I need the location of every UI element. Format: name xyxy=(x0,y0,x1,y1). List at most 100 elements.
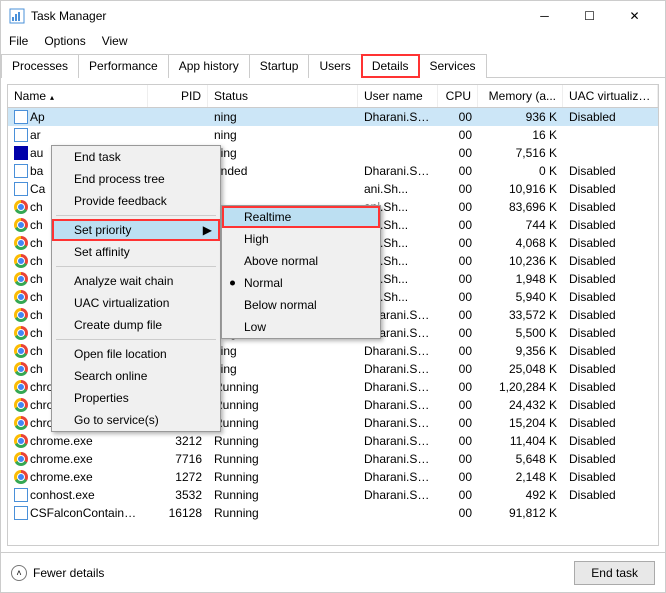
priority-low[interactable]: Low xyxy=(222,316,380,338)
process-icon xyxy=(14,218,28,232)
tab-processes[interactable]: Processes xyxy=(1,54,79,78)
table-row[interactable]: chrome.exe3212RunningDharani.Sh...0011,4… xyxy=(8,432,658,450)
col-header-name[interactable]: Name▴ xyxy=(8,85,148,107)
ctx-provide-feedback[interactable]: Provide feedback xyxy=(52,190,220,212)
minimize-button[interactable]: ─ xyxy=(522,1,567,31)
cell-cpu: 00 xyxy=(438,145,478,161)
process-icon xyxy=(14,452,28,466)
cell-cpu: 00 xyxy=(438,307,478,323)
end-task-button[interactable]: End task xyxy=(574,561,655,585)
cell-status: ning xyxy=(208,145,358,161)
table-row[interactable]: ApningDharani.Sh...00936 KDisabled xyxy=(8,108,658,126)
process-icon xyxy=(14,326,28,340)
table-row[interactable]: conhost.exe3532RunningDharani.Sh...00492… xyxy=(8,486,658,504)
cell-memory: 2,148 K xyxy=(478,469,563,485)
tab-app-history[interactable]: App history xyxy=(168,54,250,78)
col-header-uac[interactable]: UAC virtualizat... xyxy=(563,85,658,107)
process-icon xyxy=(14,488,28,502)
cell-memory: 24,432 K xyxy=(478,397,563,413)
cell-status: Running xyxy=(208,379,358,395)
close-button[interactable]: ✕ xyxy=(612,1,657,31)
cell-memory: 5,500 K xyxy=(478,325,563,341)
priority-normal[interactable]: Normal xyxy=(222,272,380,294)
task-manager-icon xyxy=(9,8,25,24)
cell-uac: Disabled xyxy=(563,433,658,449)
tab-details[interactable]: Details xyxy=(361,54,420,78)
col-header-memory[interactable]: Memory (a... xyxy=(478,85,563,107)
maximize-button[interactable]: ☐ xyxy=(567,1,612,31)
cell-cpu: 00 xyxy=(438,217,478,233)
cell-memory: 7,516 K xyxy=(478,145,563,161)
col-header-cpu[interactable]: CPU xyxy=(438,85,478,107)
cell-pid xyxy=(148,116,208,118)
col-header-pid[interactable]: PID xyxy=(148,85,208,107)
cell-uac: Disabled xyxy=(563,451,658,467)
cell-status: ning xyxy=(208,361,358,377)
ctx-search-online[interactable]: Search online xyxy=(52,365,220,387)
cell-uac xyxy=(563,134,658,136)
menu-file[interactable]: File xyxy=(9,34,28,48)
menu-options[interactable]: Options xyxy=(44,34,85,48)
process-icon xyxy=(14,236,28,250)
priority-above-normal[interactable]: Above normal xyxy=(222,250,380,272)
ctx-go-to-services[interactable]: Go to service(s) xyxy=(52,409,220,431)
cell-cpu: 00 xyxy=(438,451,478,467)
tab-services[interactable]: Services xyxy=(419,54,487,78)
tab-users[interactable]: Users xyxy=(308,54,361,78)
cell-status: Running xyxy=(208,469,358,485)
ctx-end-task[interactable]: End task xyxy=(52,146,220,168)
menu-view[interactable]: View xyxy=(102,34,128,48)
priority-realtime[interactable]: Realtime xyxy=(222,206,380,228)
context-menu: End task End process tree Provide feedba… xyxy=(51,145,221,432)
process-icon xyxy=(14,182,28,196)
priority-high[interactable]: High xyxy=(222,228,380,250)
col-header-user[interactable]: User name xyxy=(358,85,438,107)
cell-memory: 16 K xyxy=(478,127,563,143)
cell-user: Dharani.Sh... xyxy=(358,361,438,377)
process-icon xyxy=(14,308,28,322)
cell-user: Dharani.Sh... xyxy=(358,379,438,395)
ctx-set-affinity[interactable]: Set affinity xyxy=(52,241,220,263)
cell-name: chrome.exe xyxy=(8,433,148,450)
ctx-set-priority[interactable]: Set priority ▶ xyxy=(52,219,220,241)
tab-performance[interactable]: Performance xyxy=(78,54,169,78)
cell-status: Running xyxy=(208,397,358,413)
cell-user: Dharani.Sh... xyxy=(358,109,438,125)
process-icon xyxy=(14,254,28,268)
cell-user: Dharani.Sh... xyxy=(358,397,438,413)
table-row[interactable]: CSFalconContainer.e16128Running0091,812 … xyxy=(8,504,658,522)
tab-startup[interactable]: Startup xyxy=(249,54,310,78)
process-icon xyxy=(14,506,28,520)
priority-below-normal[interactable]: Below normal xyxy=(222,294,380,316)
table-row[interactable]: chrome.exe7716RunningDharani.Sh...005,64… xyxy=(8,450,658,468)
ctx-create-dump-file[interactable]: Create dump file xyxy=(52,314,220,336)
col-header-status[interactable]: Status xyxy=(208,85,358,107)
window-title: Task Manager xyxy=(31,9,522,23)
cell-status xyxy=(208,188,358,190)
cell-status: Running xyxy=(208,487,358,503)
process-icon xyxy=(14,434,28,448)
process-icon xyxy=(14,416,28,430)
ctx-properties[interactable]: Properties xyxy=(52,387,220,409)
cell-uac: Disabled xyxy=(563,289,658,305)
cell-memory: 492 K xyxy=(478,487,563,503)
cell-user: Dharani.Sh... xyxy=(358,415,438,431)
cell-memory: 0 K xyxy=(478,163,563,179)
titlebar[interactable]: Task Manager ─ ☐ ✕ xyxy=(1,1,665,31)
ctx-open-file-location[interactable]: Open file location xyxy=(52,343,220,365)
ctx-end-process-tree[interactable]: End process tree xyxy=(52,168,220,190)
task-manager-window: Task Manager ─ ☐ ✕ File Options View Pro… xyxy=(0,0,666,593)
cell-user: Dharani.Sh... xyxy=(358,469,438,485)
cell-cpu: 00 xyxy=(438,127,478,143)
process-icon xyxy=(14,380,28,394)
ctx-analyze-wait-chain[interactable]: Analyze wait chain xyxy=(52,270,220,292)
tabs: Processes Performance App history Startu… xyxy=(1,53,665,78)
fewer-details-toggle[interactable]: ˄ Fewer details xyxy=(11,565,104,581)
ctx-uac-virtualization[interactable]: UAC virtualization xyxy=(52,292,220,314)
cell-name: ar xyxy=(8,127,148,144)
cell-uac: Disabled xyxy=(563,235,658,251)
cell-memory: 4,068 K xyxy=(478,235,563,251)
table-row[interactable]: arning0016 K xyxy=(8,126,658,144)
cell-cpu: 00 xyxy=(438,361,478,377)
table-row[interactable]: chrome.exe1272RunningDharani.Sh...002,14… xyxy=(8,468,658,486)
